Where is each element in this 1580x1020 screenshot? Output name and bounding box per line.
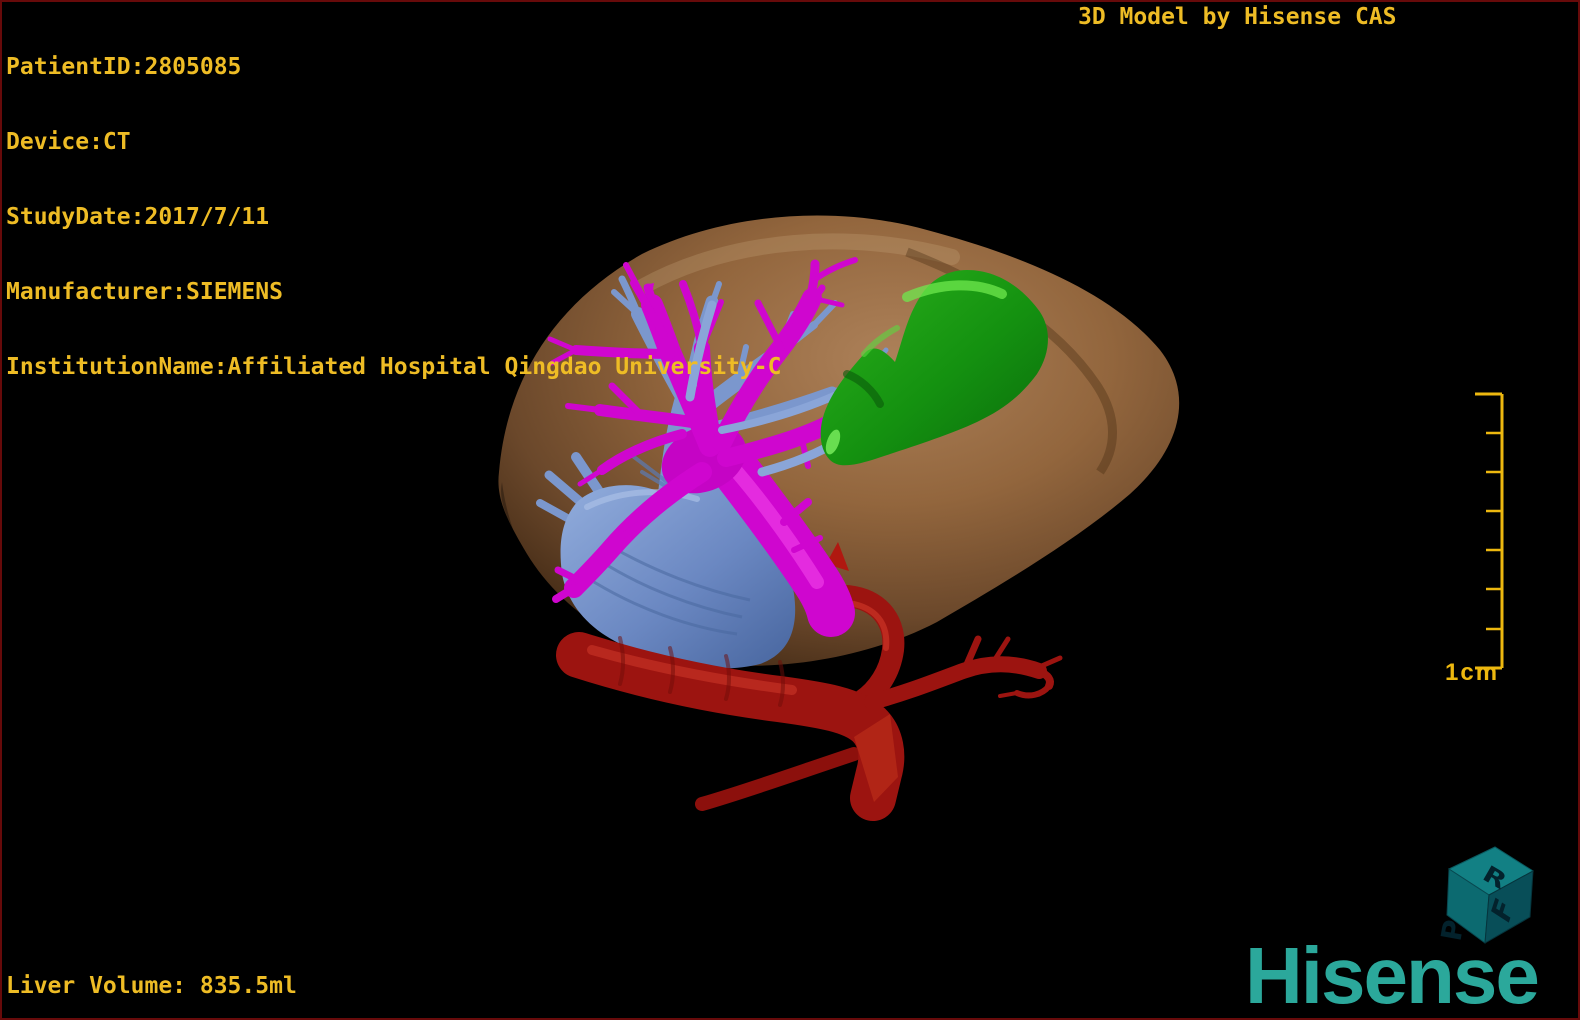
- artery-back-branch: [695, 747, 861, 811]
- hisense-logo: Hisense: [1245, 931, 1540, 1020]
- scale-bar: [1475, 392, 1504, 670]
- study-date-line: StudyDate:2017/7/11: [6, 204, 270, 230]
- device-line: Device:CT: [6, 129, 131, 155]
- splenic-twig: [998, 691, 1019, 698]
- artery-model[interactable]: [556, 632, 1063, 821]
- orientation-cube[interactable]: R P F: [1435, 846, 1534, 944]
- splenic-twig: [1034, 655, 1063, 671]
- institution-line: InstitutionName:Affiliated Hospital Qing…: [6, 354, 782, 380]
- manufacturer-line: Manufacturer:SIEMENS: [6, 279, 283, 305]
- viewer-window: R P F PatientID:2805085 Device:CT StudyD…: [0, 0, 1580, 1020]
- scale-bar-label: 1cm: [1445, 659, 1500, 686]
- patient-id-line: PatientID:2805085: [6, 54, 242, 80]
- watermark-text: 3D Model by Hisense CAS: [1078, 4, 1397, 30]
- liver-volume-label: Liver Volume: 835.5ml: [6, 973, 297, 999]
- splenic-curl: [1014, 683, 1052, 699]
- patient-info-overlay: PatientID:2805085 Device:CT StudyDate:20…: [6, 5, 781, 430]
